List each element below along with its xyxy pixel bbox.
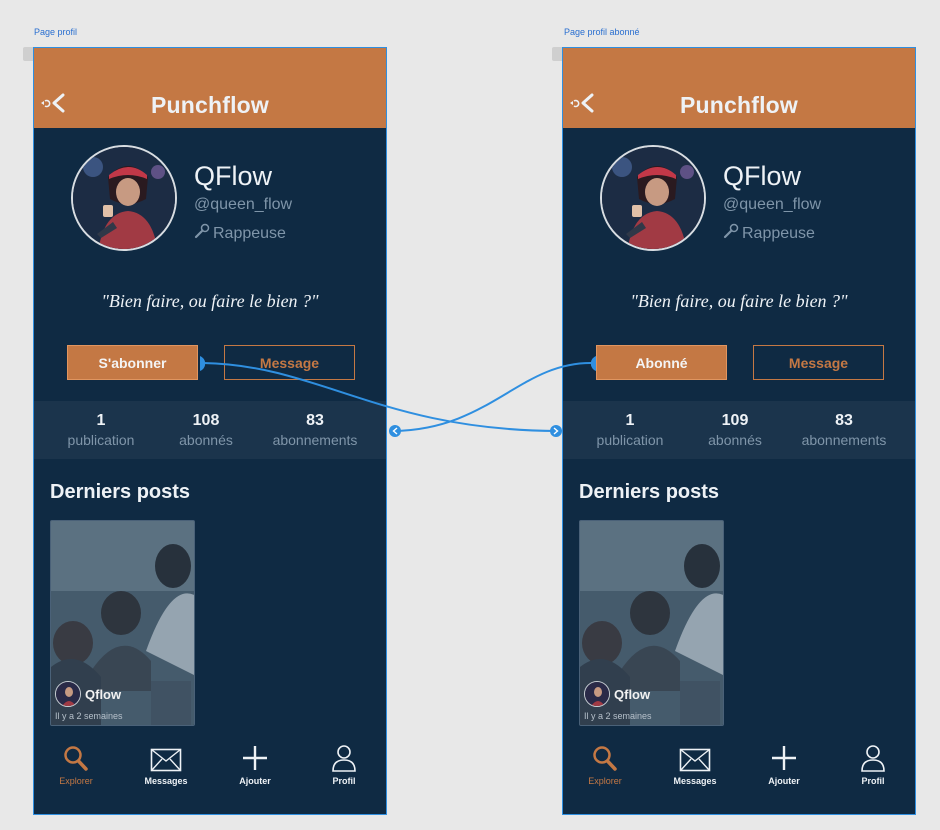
stat-label: abonnés [179, 432, 233, 448]
nav-add[interactable]: Ajouter [744, 738, 824, 786]
profile-role: Rappeuse [194, 223, 286, 244]
profile-avatar [71, 145, 177, 251]
link-target-left-icon[interactable] [389, 425, 401, 437]
nav-add[interactable]: Ajouter [215, 738, 295, 786]
search-icon [36, 738, 116, 772]
user-icon [833, 738, 913, 772]
stat-label: publication [67, 432, 135, 448]
stat-value: 108 [192, 412, 220, 429]
plus-icon [215, 738, 295, 772]
nav-label: Profil [861, 776, 885, 786]
stat-publications: 1 publication [575, 401, 685, 448]
stats-bar: 1 publication 108 abonnés 83 abonnements [34, 401, 386, 459]
plus-icon [744, 738, 824, 772]
microphone-icon [723, 223, 739, 244]
post-timestamp: Il y a 2 semaines [584, 711, 652, 721]
subscribed-button[interactable]: Abonné [596, 345, 727, 380]
profile-avatar [600, 145, 706, 251]
app-header: Punchflow [563, 48, 915, 128]
phone-screen: Punchflow QFlow @queen_flow Rappeuse "Bi… [33, 47, 387, 815]
stat-value: 1 [625, 412, 635, 429]
post-author-avatar [55, 681, 81, 707]
section-title: Derniers posts [50, 481, 191, 503]
stat-followers[interactable]: 109 abonnés [680, 401, 790, 448]
link-target-right-icon[interactable] [550, 425, 562, 437]
phone-screen: Punchflow QFlow @queen_flow Rappeuse "Bi… [562, 47, 916, 815]
post-author[interactable]: Qflow [584, 681, 650, 707]
profile-name: QFlow [194, 161, 273, 191]
bottom-nav: Explorer Messages Ajouter Profil [34, 738, 386, 798]
post-author-name: Qflow [85, 686, 122, 702]
stats-bar: 1 publication 109 abonnés 83 abonnements [563, 401, 915, 459]
envelope-icon [655, 738, 735, 772]
profile-name: QFlow [723, 161, 802, 191]
artboard-label[interactable]: Page profil abonné [564, 27, 640, 37]
app-title: Punchflow [150, 92, 270, 118]
stat-label: abonnements [272, 432, 358, 448]
message-button[interactable]: Message [224, 345, 355, 380]
nav-label: Messages [673, 776, 717, 786]
nav-explorer[interactable]: Explorer [565, 738, 645, 786]
app-title: Punchflow [679, 92, 799, 118]
stat-following[interactable]: 83 abonnements [789, 401, 899, 448]
artboard-stub [552, 47, 562, 61]
profile-quote: "Bien faire, ou faire le bien ?" [630, 291, 848, 311]
stat-followers[interactable]: 108 abonnés [151, 401, 261, 448]
search-icon [565, 738, 645, 772]
stat-label: publication [596, 432, 664, 448]
post-author-avatar [584, 681, 610, 707]
nav-label: Messages [144, 776, 188, 786]
artboard-stub [23, 47, 33, 61]
nav-explorer[interactable]: Explorer [36, 738, 116, 786]
section-title: Derniers posts [579, 481, 720, 503]
nav-label: Profil [332, 776, 356, 786]
profile-role-label: Rappeuse [742, 224, 815, 242]
stat-value: 109 [721, 412, 749, 429]
nav-label: Ajouter [768, 776, 800, 786]
stat-label: abonnements [801, 432, 887, 448]
profile-quote: "Bien faire, ou faire le bien ?" [101, 291, 319, 311]
artboard-label[interactable]: Page profil [34, 27, 77, 37]
post-author-name: Qflow [614, 686, 651, 702]
post-card[interactable]: Qflow Il y a 2 semaines [50, 520, 195, 726]
stat-value: 1 [96, 412, 106, 429]
nav-label: Ajouter [239, 776, 271, 786]
stat-following[interactable]: 83 abonnements [260, 401, 370, 448]
nav-label: Explorer [59, 776, 93, 786]
post-timestamp: Il y a 2 semaines [55, 711, 123, 721]
nav-profile[interactable]: Profil [833, 738, 913, 786]
envelope-icon [126, 738, 206, 772]
profile-role-label: Rappeuse [213, 224, 286, 242]
post-author[interactable]: Qflow [55, 681, 121, 707]
user-icon [304, 738, 384, 772]
subscribe-button[interactable]: S'abonner [67, 345, 198, 380]
profile-handle: @queen_flow [194, 196, 293, 213]
microphone-icon [194, 223, 210, 244]
bottom-nav: Explorer Messages Ajouter Profil [563, 738, 915, 798]
stat-label: abonnés [708, 432, 762, 448]
stat-publications: 1 publication [46, 401, 156, 448]
profile-role: Rappeuse [723, 223, 815, 244]
nav-messages[interactable]: Messages [126, 738, 206, 786]
nav-messages[interactable]: Messages [655, 738, 735, 786]
app-header: Punchflow [34, 48, 386, 128]
nav-profile[interactable]: Profil [304, 738, 384, 786]
stat-value: 83 [306, 412, 324, 429]
nav-label: Explorer [588, 776, 622, 786]
stat-value: 83 [835, 412, 853, 429]
profile-handle: @queen_flow [723, 196, 822, 213]
message-button[interactable]: Message [753, 345, 884, 380]
post-card[interactable]: Qflow Il y a 2 semaines [579, 520, 724, 726]
